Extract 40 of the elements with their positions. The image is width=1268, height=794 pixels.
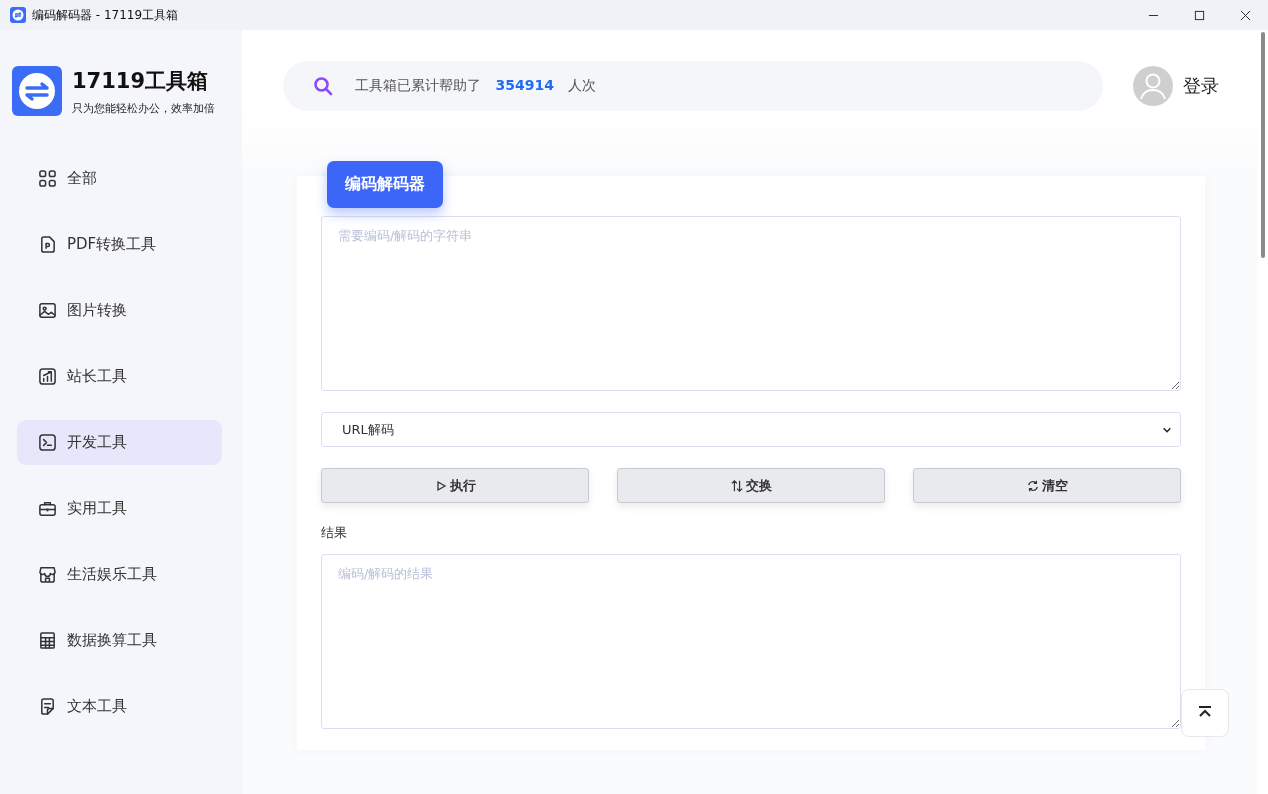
sidebar-item[interactable]: 生活娱乐工具 bbox=[17, 552, 222, 597]
result-label: 结果 bbox=[321, 524, 348, 542]
note-icon bbox=[38, 697, 57, 716]
briefcase-icon bbox=[38, 499, 57, 518]
shop-icon bbox=[38, 565, 57, 584]
sidebar-item[interactable]: 站长工具 bbox=[17, 354, 222, 399]
grid-icon bbox=[38, 169, 57, 188]
brand-slogan: 只为您能轻松办公，效率加倍 bbox=[72, 100, 215, 116]
sidebar-item[interactable]: 实用工具 bbox=[17, 486, 222, 531]
brand-title: 17119工具箱 bbox=[72, 67, 210, 95]
result-field[interactable]: 编码/解码的结果 bbox=[321, 554, 1181, 729]
sidebar-item[interactable]: 文本工具 bbox=[17, 684, 222, 729]
image-icon bbox=[38, 301, 57, 320]
login-link[interactable]: 登录 bbox=[1183, 74, 1219, 98]
sidebar-item[interactable]: 图片转换 bbox=[17, 288, 222, 333]
sidebar-item[interactable]: PDF转换工具 bbox=[17, 222, 222, 267]
refresh-icon bbox=[1026, 479, 1039, 492]
play-icon bbox=[434, 479, 447, 492]
swap-icon bbox=[730, 479, 743, 492]
calculator-icon bbox=[38, 631, 57, 650]
close-icon[interactable] bbox=[1240, 9, 1251, 21]
action-button[interactable]: 清空 bbox=[913, 468, 1181, 503]
terminal-icon bbox=[38, 433, 57, 452]
action-button[interactable]: 交换 bbox=[617, 468, 885, 503]
pdf-file-icon bbox=[38, 235, 57, 254]
input-field[interactable]: 需要编码/解码的字符串 bbox=[321, 216, 1181, 391]
chart-icon bbox=[38, 367, 57, 386]
window-title: 编码解码器 - 17119工具箱 bbox=[32, 6, 179, 24]
sidebar-item[interactable]: 开发工具 bbox=[17, 420, 222, 465]
back-to-top-button[interactable] bbox=[1181, 689, 1229, 737]
mode-select[interactable]: URL解码 bbox=[321, 412, 1181, 447]
sidebar-item[interactable]: 全部 bbox=[17, 156, 222, 201]
app-logo-icon bbox=[10, 7, 26, 23]
stats-text: 工具箱已累计帮助了 354914 人次 bbox=[355, 77, 597, 95]
search-icon[interactable] bbox=[313, 76, 333, 96]
maximize-icon[interactable] bbox=[1194, 9, 1205, 21]
action-button[interactable]: 执行 bbox=[321, 468, 589, 503]
sidebar-item[interactable]: 数据换算工具 bbox=[17, 618, 222, 663]
tool-title: 编码解码器 bbox=[327, 161, 443, 208]
logo-icon bbox=[12, 66, 62, 116]
